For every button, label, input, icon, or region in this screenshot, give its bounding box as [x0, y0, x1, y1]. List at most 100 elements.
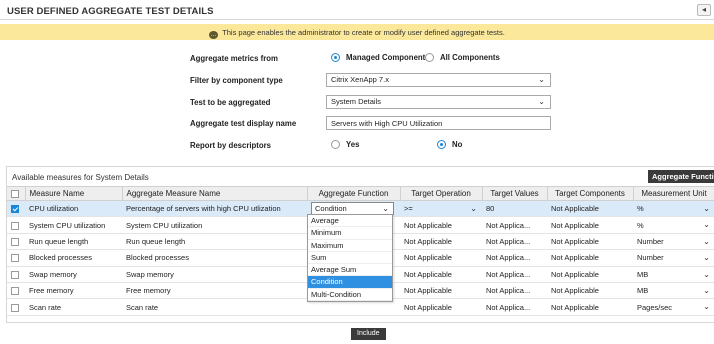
target-components: Not Applicable: [547, 249, 633, 267]
target-components: Not Applicable: [547, 216, 633, 234]
target-value: Not Applica...: [482, 282, 547, 300]
chevron-down-icon: ⌄: [538, 75, 545, 84]
aggregate-function-button[interactable]: Aggregate Functi: [648, 170, 714, 183]
radio-descriptors-yes[interactable]: Yes: [331, 140, 359, 149]
chevron-down-icon: ⌄: [538, 97, 545, 106]
target-operation: Not Applicable: [400, 249, 482, 267]
target-components[interactable]: Not Applicable: [547, 200, 633, 218]
chevron-down-icon: ⌄: [703, 236, 710, 246]
page-title: USER DEFINED AGGREGATE TEST DETAILS: [7, 6, 214, 17]
column-header[interactable]: Measurement Unit: [633, 186, 714, 201]
target-operation: Not Applicable: [400, 298, 482, 316]
target-value: Not Applica...: [482, 249, 547, 267]
radio-descriptors-no[interactable]: No: [437, 140, 462, 149]
measurement-unit-select[interactable]: Number ⌄: [633, 249, 714, 267]
radio-dot: [331, 140, 340, 149]
table-header-row: Measure Name Aggregate Measure Name Aggr…: [7, 186, 714, 201]
dropdown-option-minimum[interactable]: Minimum: [308, 227, 392, 240]
aggregate-measure-name[interactable]: System CPU utilization: [122, 216, 307, 234]
measurement-unit-select[interactable]: MB ⌄: [633, 282, 714, 300]
measurement-unit-select[interactable]: % ⌄: [633, 216, 714, 234]
target-operation: Not Applicable: [400, 282, 482, 300]
component-type-select[interactable]: Citrix XenApp 7.x ⌄: [326, 73, 551, 87]
select-all-header[interactable]: [7, 186, 26, 201]
column-header[interactable]: Target Operation: [400, 186, 483, 201]
dropdown-option-condition[interactable]: Condition: [308, 276, 392, 289]
display-name-input[interactable]: [326, 116, 551, 130]
row-checkbox[interactable]: [11, 237, 19, 246]
row-checkbox[interactable]: [11, 287, 19, 296]
target-components: Not Applicable: [547, 282, 633, 300]
test-select[interactable]: System Details ⌄: [326, 95, 551, 109]
row-checkbox[interactable]: [11, 205, 19, 214]
chevron-down-icon: ⌄: [703, 253, 710, 263]
row-checkbox[interactable]: [11, 254, 19, 263]
measurement-unit-select[interactable]: Number ⌄: [633, 233, 714, 251]
column-header[interactable]: Aggregate Measure Name: [122, 186, 308, 201]
descriptors-label: Report by descriptors: [190, 141, 272, 150]
target-operation: Not Applicable: [400, 216, 482, 234]
aggregate-measure-name[interactable]: Swap memory: [122, 266, 307, 283]
row-checkbox[interactable]: [11, 221, 19, 230]
target-components: Not Applicable: [547, 233, 633, 251]
chevron-down-icon: ⌄: [382, 204, 389, 214]
dropdown-option-sum[interactable]: Sum: [308, 252, 392, 265]
column-header[interactable]: Target Values: [482, 186, 548, 201]
target-operation: Not Applicable: [400, 233, 482, 251]
radio-all-components[interactable]: All Components: [425, 53, 500, 62]
chevron-down-icon: ⌄: [703, 220, 710, 230]
target-value: Not Applica...: [482, 216, 547, 234]
column-header[interactable]: Target Components: [547, 186, 634, 201]
page-header: USER DEFINED AGGREGATE TEST DETAILS ◂: [0, 0, 714, 20]
chevron-down-icon: ⌄: [703, 302, 710, 312]
dropdown-option-average-sum[interactable]: Average Sum: [308, 264, 392, 277]
target-value: Not Applica...: [482, 266, 547, 283]
aggregate-measure-name[interactable]: Run queue length: [122, 233, 307, 251]
target-value: Not Applica...: [482, 233, 547, 251]
measure-name: System CPU utilization: [25, 216, 122, 234]
measure-name: Swap memory: [25, 266, 122, 283]
panel-title: Available measures for System Details: [12, 173, 149, 182]
target-value[interactable]: 80: [482, 200, 547, 218]
radio-dot: [331, 53, 340, 62]
comment-icon: …: [209, 31, 219, 39]
measure-name: Run queue length: [25, 233, 122, 251]
metrics-label: Aggregate metrics from: [190, 54, 278, 63]
measure-name: Scan rate: [25, 298, 122, 316]
target-components: Not Applicable: [547, 266, 633, 283]
include-button[interactable]: Include: [351, 328, 386, 340]
aggregate-measure-name[interactable]: Scan rate: [122, 298, 307, 316]
measurement-unit-select[interactable]: MB ⌄: [633, 266, 714, 283]
chevron-down-icon: ⌄: [470, 204, 477, 213]
aggregate-measure-name[interactable]: Free memory: [122, 282, 307, 300]
radio-managed-components[interactable]: Managed Components: [331, 53, 430, 62]
column-header[interactable]: Measure Name: [25, 186, 123, 201]
aggregate-measure-name[interactable]: Blocked processes: [122, 249, 307, 267]
row-checkbox[interactable]: [11, 303, 19, 312]
measure-name: CPU utilization: [25, 200, 122, 218]
info-message: This page enables the administrator to c…: [222, 28, 505, 37]
target-components: Not Applicable: [547, 298, 633, 316]
measure-name: Free memory: [25, 282, 122, 300]
test-label: Test to be aggregated: [190, 98, 271, 107]
chevron-down-icon: ⌄: [703, 204, 710, 213]
measurement-unit-select[interactable]: % ⌄: [633, 200, 714, 218]
target-value: Not Applica...: [482, 298, 547, 316]
display-name-label: Aggregate test display name: [190, 119, 297, 128]
dropdown-option-multi-condition[interactable]: Multi-Condition: [308, 289, 392, 302]
chevron-down-icon: ⌄: [703, 269, 710, 279]
aggregate-function-dropdown: Average Minimum Maximum Sum Average Sum …: [307, 214, 393, 303]
column-header[interactable]: Aggregate Function: [307, 186, 401, 201]
measurement-unit-select[interactable]: Pages/sec ⌄: [633, 298, 714, 316]
row-checkbox[interactable]: [11, 270, 19, 279]
dropdown-option-maximum[interactable]: Maximum: [308, 240, 392, 252]
radio-dot: [437, 140, 446, 149]
info-banner: … This page enables the administrator to …: [0, 24, 714, 40]
dropdown-option-average[interactable]: Average: [308, 215, 392, 228]
select-all-checkbox[interactable]: [11, 189, 19, 198]
target-operation: Not Applicable: [400, 266, 482, 283]
filter-label: Filter by component type: [190, 76, 283, 85]
back-button[interactable]: ◂: [697, 4, 711, 16]
aggregate-measure-name[interactable]: Percentage of servers with high CPU utli…: [122, 200, 307, 218]
target-operation-select[interactable]: >= ⌄: [400, 200, 482, 218]
